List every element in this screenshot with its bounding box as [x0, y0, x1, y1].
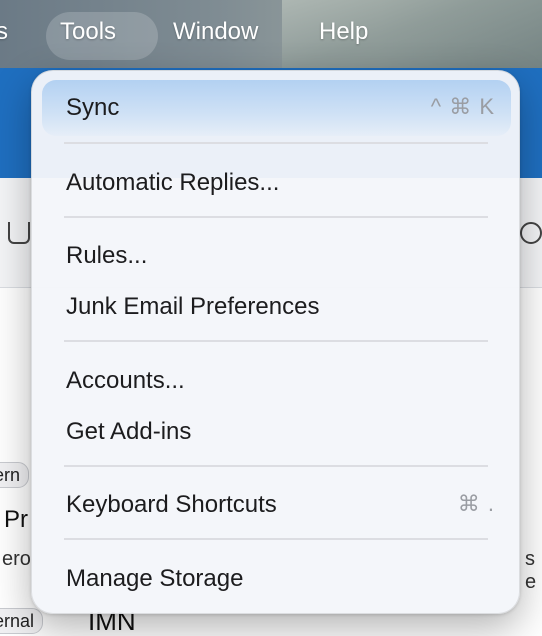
- trash-icon[interactable]: [8, 222, 30, 244]
- menu-item-sync[interactable]: Sync ^ ⌘ K: [42, 80, 511, 136]
- menu-item-keyboard-shortcuts[interactable]: Keyboard Shortcuts ⌘ .: [42, 477, 511, 533]
- menu-item-label: Get Add-ins: [66, 418, 192, 445]
- menu-separator: [64, 340, 488, 342]
- menu-separator: [64, 142, 488, 144]
- menu-item-accounts[interactable]: Accounts...: [42, 353, 511, 409]
- menu-separator: [64, 216, 488, 218]
- message-sender: Pr: [4, 506, 28, 533]
- menu-bar-item-tools[interactable]: Tools: [60, 18, 116, 46]
- category-tag: ernal: [0, 608, 44, 634]
- menu-item-get-add-ins[interactable]: Get Add-ins: [42, 404, 511, 460]
- menu-item-automatic-replies[interactable]: Automatic Replies...: [42, 155, 511, 211]
- category-tag: ern: [0, 462, 30, 488]
- message-preview-right: s e: [525, 548, 537, 593]
- menu-item-shortcut: ^ ⌘ K: [430, 94, 495, 119]
- menu-item-label: Keyboard Shortcuts: [66, 491, 277, 518]
- menu-bar-item-partial[interactable]: s: [0, 18, 8, 46]
- menu-item-label: Rules...: [66, 242, 148, 269]
- forward-icon[interactable]: [520, 222, 542, 244]
- menu-separator: [64, 538, 488, 540]
- menu-item-shortcut: ⌘ .: [457, 491, 495, 516]
- menu-bar-item-help[interactable]: Help: [319, 18, 368, 46]
- menu-item-label: Sync: [66, 94, 120, 121]
- message-preview: ero: [2, 548, 31, 570]
- menu-item-manage-storage[interactable]: Manage Storage: [42, 551, 511, 607]
- menu-item-junk-email-preferences[interactable]: Junk Email Preferences: [42, 279, 511, 335]
- menu-bar-item-window[interactable]: Window: [173, 18, 258, 46]
- tools-dropdown-menu: Sync ^ ⌘ K Automatic Replies... Rules...…: [31, 70, 520, 614]
- menu-item-label: Manage Storage: [66, 565, 244, 592]
- menu-item-label: Junk Email Preferences: [66, 293, 320, 320]
- menu-item-label: Accounts...: [66, 367, 185, 394]
- menu-item-rules[interactable]: Rules...: [42, 228, 511, 284]
- menu-separator: [64, 465, 488, 467]
- menu-item-label: Automatic Replies...: [66, 169, 280, 196]
- menu-bar: s Tools Window Help: [0, 0, 542, 68]
